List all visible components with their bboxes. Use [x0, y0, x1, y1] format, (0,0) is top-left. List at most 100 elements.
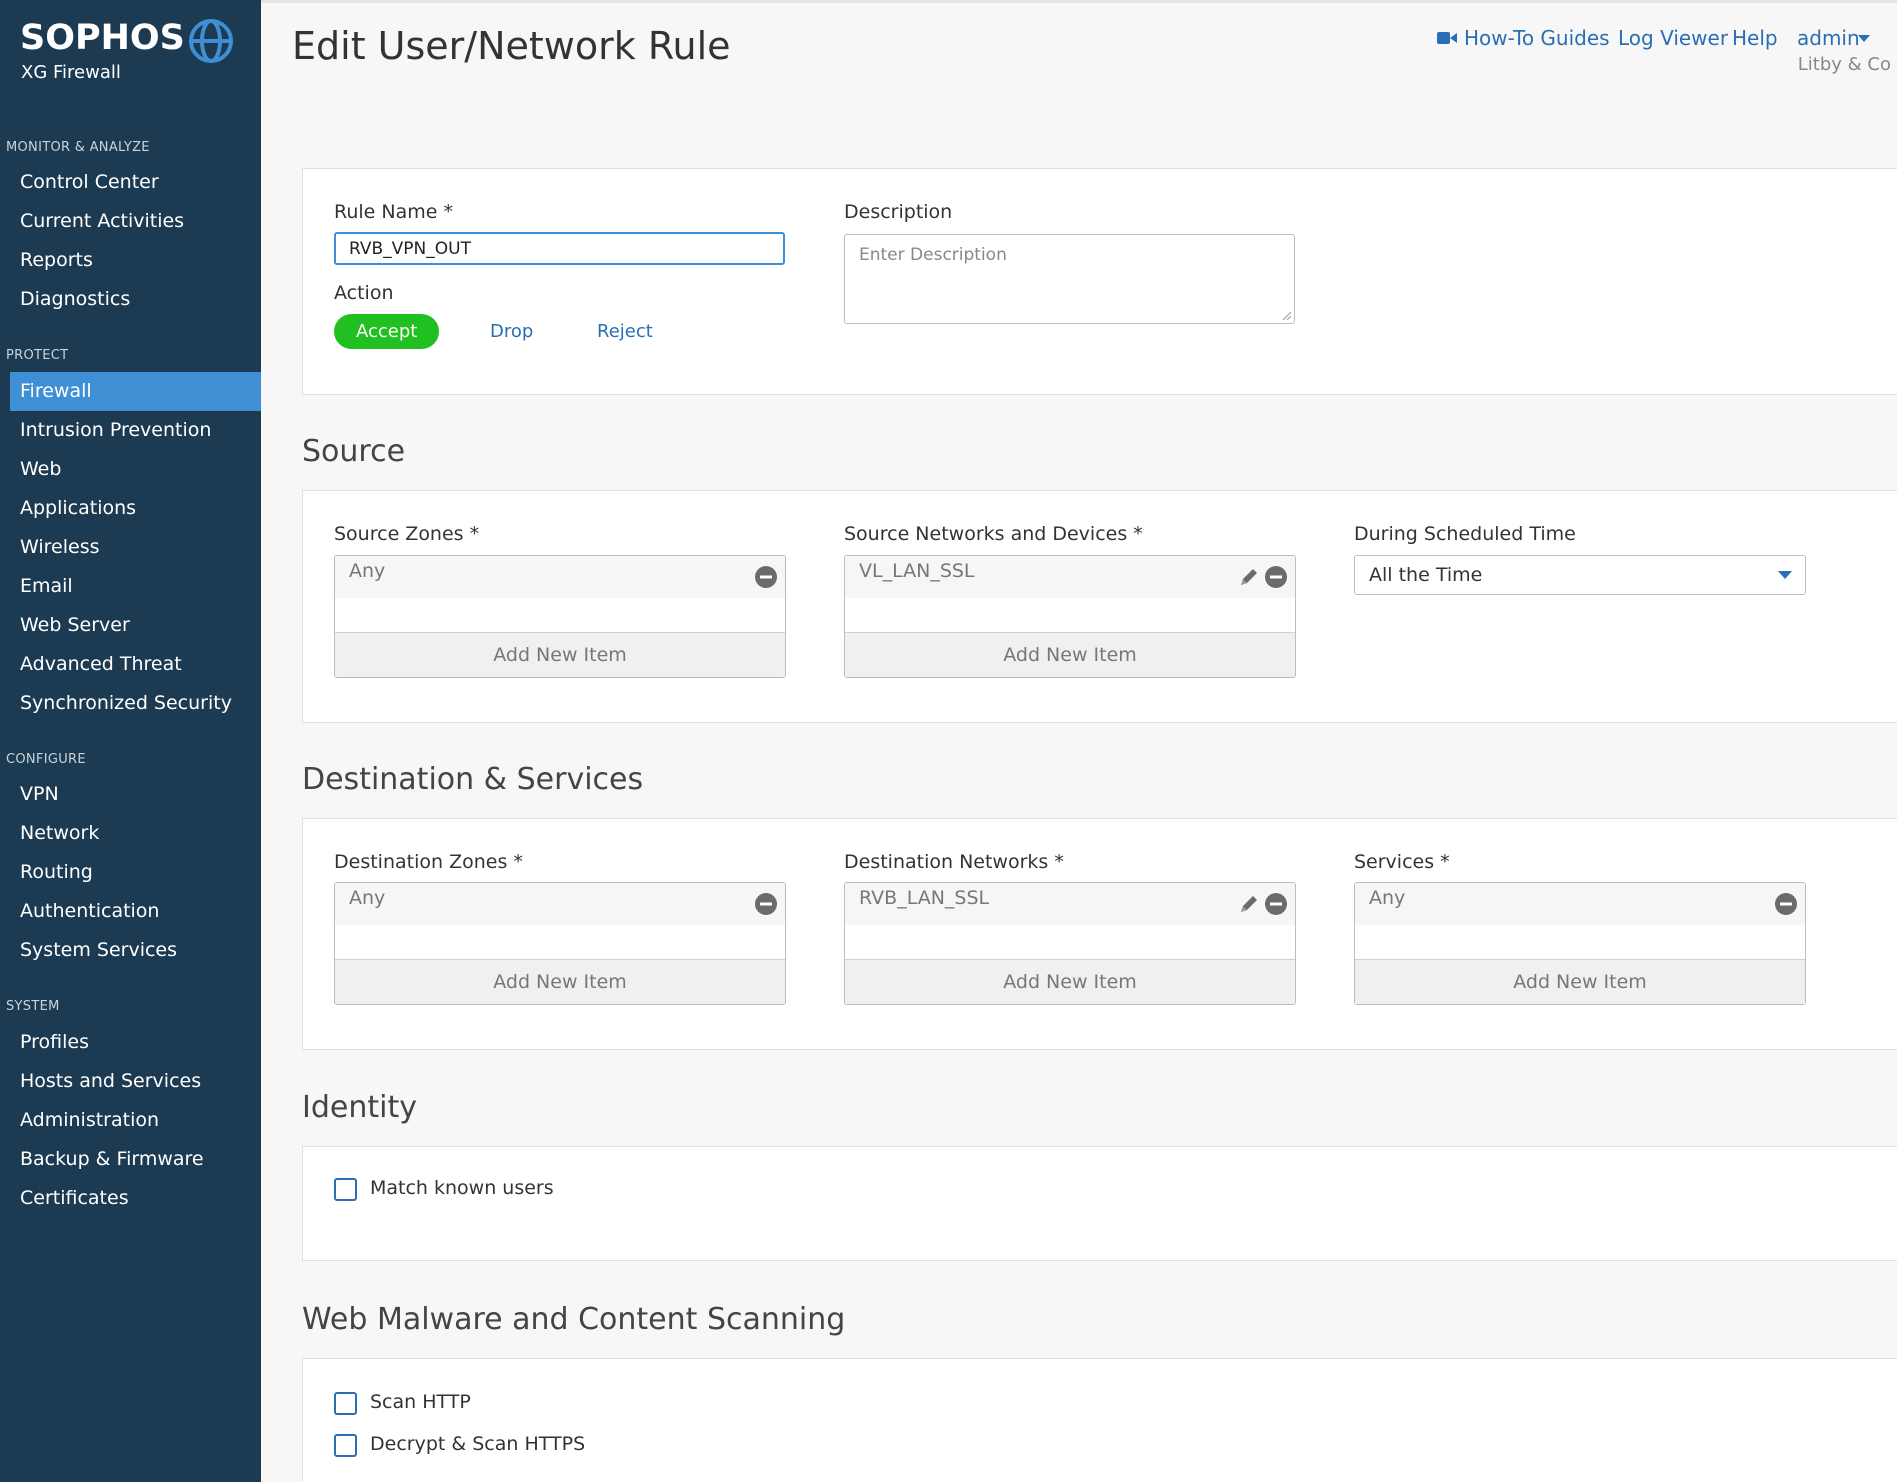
remove-circle-icon[interactable] [1264, 565, 1288, 589]
decrypt-scan-https-label: Decrypt & Scan HTTPS [370, 1433, 586, 1455]
remove-circle-icon[interactable] [1264, 892, 1288, 916]
sidebar-item-profiles[interactable]: Profiles [10, 1023, 261, 1062]
video-camera-icon [1437, 32, 1457, 44]
sidebar-item-advanced-threat[interactable]: Advanced Threat [10, 645, 261, 684]
source-zone-value: Any [349, 560, 386, 582]
destination-networks-label: Destination Networks * [844, 851, 1064, 873]
destination-network-value: RVB_LAN_SSL [859, 887, 990, 909]
schedule-value: All the Time [1369, 564, 1483, 586]
how-to-guides-link[interactable]: How-To Guides [1464, 26, 1610, 50]
sidebar-item-control-center[interactable]: Control Center [10, 163, 261, 202]
help-link[interactable]: Help [1732, 26, 1778, 50]
description-label: Description [844, 201, 953, 223]
globe-icon [189, 19, 233, 63]
sidebar-item-current-activities[interactable]: Current Activities [10, 202, 261, 241]
destination-zones-label: Destination Zones * [334, 851, 523, 873]
scan-http-label: Scan HTTP [370, 1391, 471, 1413]
add-new-item-button[interactable]: Add New Item [845, 632, 1295, 677]
brand-name: SOPHOS [20, 18, 185, 58]
sidebar-item-reports[interactable]: Reports [10, 241, 261, 280]
list-item: VL_LAN_SSL [845, 556, 1295, 598]
user-menu[interactable]: admin [1797, 26, 1860, 50]
sidebar-item-routing[interactable]: Routing [10, 853, 261, 892]
source-networks-list: VL_LAN_SSL Add New Item [844, 555, 1296, 678]
remove-circle-icon[interactable] [754, 892, 778, 916]
add-new-item-button[interactable]: Add New Item [1355, 959, 1805, 1004]
services-label: Services * [1354, 851, 1450, 873]
sidebar-item-web[interactable]: Web [10, 450, 261, 489]
sidebar-item-diagnostics[interactable]: Diagnostics [10, 280, 261, 319]
sidebar-item-system-services[interactable]: System Services [10, 931, 261, 970]
destination-zone-value: Any [349, 887, 386, 909]
drop-button[interactable]: Drop [490, 314, 533, 349]
destination-networks-list: RVB_LAN_SSL Add New Item [844, 882, 1296, 1005]
sidebar-item-applications[interactable]: Applications [10, 489, 261, 528]
action-label: Action [334, 282, 394, 304]
sidebar-item-wireless[interactable]: Wireless [10, 528, 261, 567]
identity-panel: Match known users [302, 1146, 1897, 1261]
scanning-section-title: Web Malware and Content Scanning [302, 1302, 846, 1337]
nav-section-configure: CONFIGURE [6, 752, 86, 767]
sidebar-item-hosts-and-services[interactable]: Hosts and Services [10, 1062, 261, 1101]
remove-circle-icon[interactable] [754, 565, 778, 589]
sidebar-item-network[interactable]: Network [10, 814, 261, 853]
identity-section-title: Identity [302, 1090, 417, 1125]
add-new-item-button[interactable]: Add New Item [335, 959, 785, 1004]
destination-panel: Destination Zones * Any Add New Item Des… [302, 818, 1897, 1050]
top-links: How-To Guides Log Viewer Help admin [1437, 26, 1897, 56]
main-content: Edit User/Network Rule How-To Guides Log… [261, 0, 1897, 1482]
reject-button[interactable]: Reject [597, 314, 653, 349]
sidebar-item-intrusion-prevention[interactable]: Intrusion Prevention [10, 411, 261, 450]
sidebar-item-web-server[interactable]: Web Server [10, 606, 261, 645]
chevron-down-icon[interactable] [1858, 35, 1870, 42]
resize-grip-icon[interactable] [1281, 310, 1291, 320]
source-zones-list: Any Add New Item [334, 555, 786, 678]
pencil-icon[interactable] [1237, 565, 1261, 589]
list-item: RVB_LAN_SSL [845, 883, 1295, 925]
source-network-value: VL_LAN_SSL [859, 560, 975, 582]
source-networks-label: Source Networks and Devices * [844, 523, 1143, 545]
destination-zones-list: Any Add New Item [334, 882, 786, 1005]
add-new-item-button[interactable]: Add New Item [845, 959, 1295, 1004]
services-list: Any Add New Item [1354, 882, 1806, 1005]
sidebar-item-certificates[interactable]: Certificates [10, 1179, 261, 1218]
log-viewer-link[interactable]: Log Viewer [1618, 26, 1728, 50]
organization-name: Litby & Co [1797, 54, 1891, 75]
accept-button[interactable]: Accept [334, 314, 440, 349]
sidebar-item-firewall[interactable]: Firewall [10, 372, 261, 411]
rule-name-input[interactable]: RVB_VPN_OUT [334, 232, 785, 265]
brand-logo[interactable]: SOPHOS XG Firewall [20, 18, 250, 88]
rule-name-value: RVB_VPN_OUT [349, 239, 471, 259]
sidebar-item-synchronized-security[interactable]: Synchronized Security [10, 684, 261, 723]
scan-http-checkbox[interactable] [334, 1392, 357, 1415]
schedule-select[interactable]: All the Time [1354, 555, 1806, 595]
sidebar-item-email[interactable]: Email [10, 567, 261, 606]
sidebar-item-authentication[interactable]: Authentication [10, 892, 261, 931]
source-section-title: Source [302, 434, 406, 469]
match-known-users-checkbox[interactable] [334, 1178, 357, 1201]
pencil-icon[interactable] [1237, 892, 1261, 916]
brand-product: XG Firewall [21, 62, 121, 83]
description-textarea[interactable]: Enter Description [844, 234, 1295, 324]
add-new-item-button[interactable]: Add New Item [335, 632, 785, 677]
sidebar: SOPHOS XG Firewall MONITOR & ANALYZE Con… [0, 0, 261, 1482]
rule-name-label: Rule Name * [334, 201, 453, 223]
page-title: Edit User/Network Rule [292, 24, 731, 68]
scanning-panel: Scan HTTP Decrypt & Scan HTTPS [302, 1358, 1897, 1482]
list-item: Any [335, 883, 785, 925]
sidebar-item-administration[interactable]: Administration [10, 1101, 261, 1140]
match-known-users-label: Match known users [370, 1177, 554, 1199]
source-panel: Source Zones * Any Add New Item Source N… [302, 490, 1897, 723]
sidebar-item-vpn[interactable]: VPN [10, 775, 261, 814]
services-value: Any [1369, 887, 1406, 909]
destination-section-title: Destination & Services [302, 762, 644, 797]
chevron-down-icon [1778, 571, 1792, 579]
sidebar-item-backup-firmware[interactable]: Backup & Firmware [10, 1140, 261, 1179]
remove-circle-icon[interactable] [1774, 892, 1798, 916]
decrypt-scan-https-checkbox[interactable] [334, 1434, 357, 1457]
nav-section-system: SYSTEM [6, 999, 60, 1014]
source-zones-label: Source Zones * [334, 523, 480, 545]
list-item: Any [335, 556, 785, 598]
nav-section-protect: PROTECT [6, 348, 69, 363]
list-item: Any [1355, 883, 1805, 925]
